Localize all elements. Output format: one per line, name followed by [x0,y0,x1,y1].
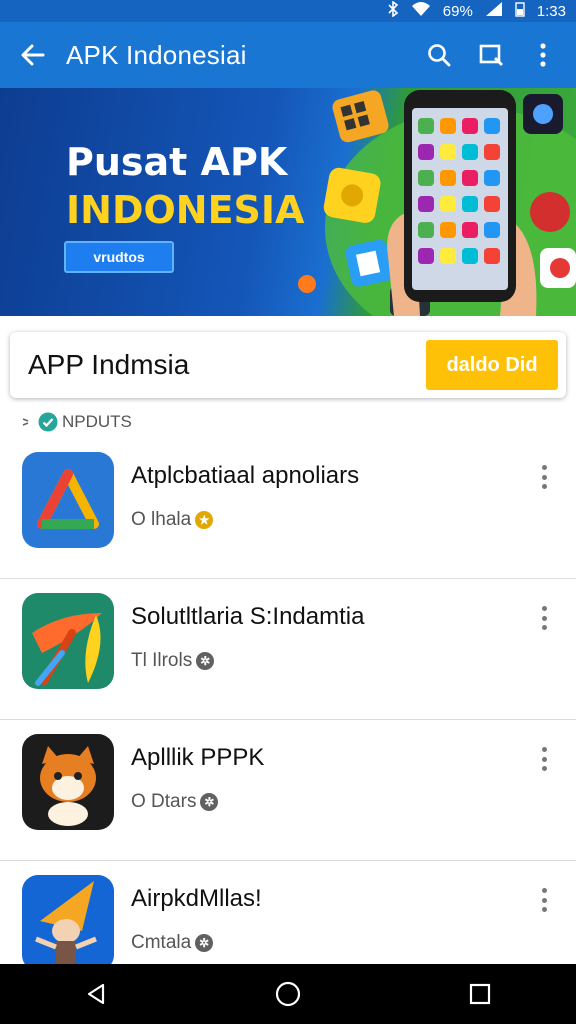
phone-screen-app-icon [484,144,500,160]
phone-screen-app-icon [462,248,478,264]
wifi-icon [411,1,431,21]
settings-badge-icon: ✲ [196,652,215,670]
app-icon [22,452,114,548]
floating-app-icon [345,239,393,287]
app-meta: Tl Ilrols [131,650,193,671]
more-vert-icon [540,43,546,67]
clock: 1:33 [536,2,566,20]
search-icon [428,44,451,67]
app-subtitle: O Dtars ✲ [131,791,219,813]
app-meta: O lhala [131,509,192,530]
nav-home-icon [275,981,301,1007]
app-subtitle: O lhala ★ [131,509,214,531]
phone-screen-app-icon [484,222,500,238]
banner-button[interactable]: vrudtos [64,241,174,273]
more-vert-icon[interactable] [534,885,554,915]
nav-recents-button[interactable] [450,964,510,1024]
phone-screen-app-icon [440,196,456,212]
battery-percent: 69% [442,2,473,20]
search-box: APP Indmsia daldo Did [10,332,566,398]
verified-check-icon [38,412,58,432]
promo-banner[interactable]: Pusat APK INDONESIA vrudtos [0,88,576,316]
phone-screen-app-icon [418,222,434,238]
phone-screen-app-icon [484,170,500,186]
window-icon [479,44,503,66]
app-name: AirpkdMllas! [131,885,262,912]
nav-back-button[interactable] [66,964,126,1024]
app-meta: Cmtala [131,932,192,953]
phone-screen-app-icon [440,248,456,264]
status-bar: 69% 1:33 [0,0,576,22]
nav-home-button[interactable] [258,964,318,1024]
phone-screen-app-icon [418,196,434,212]
overflow-menu-button[interactable] [524,36,562,74]
phone-screen-app-icon [440,170,456,186]
app-title: APK Indonesiai [66,39,247,70]
more-vert-icon[interactable] [534,462,554,492]
app-list: Atplcbatiaal apnoliars O lhala ★ Solutlt… [0,438,576,1002]
tick-marks-icon [22,418,29,426]
app-meta: O Dtars [131,791,197,812]
phone-screen-app-icon [418,144,434,160]
floating-app-icon [323,167,381,223]
phone-screen-app-icon [462,196,478,212]
system-nav-bar [0,964,576,1024]
bluetooth-icon [387,0,399,21]
phone-screen-app-icon [484,196,500,212]
app-name: Atplcbatiaal apnoliars [131,462,360,489]
phone-screen-app-icon [418,248,434,264]
phone-screen-app-icon [484,248,500,264]
app-icon [22,593,114,689]
search-submit-button[interactable]: daldo Did [426,340,558,390]
settings-badge-icon: ✲ [200,793,219,811]
phone-screen-app-icon [440,222,456,238]
search-button[interactable] [420,36,458,74]
back-arrow-icon [21,44,45,66]
signal-icon [485,1,503,21]
phone-screen-app-icon [462,222,478,238]
star-badge-icon: ★ [195,511,214,529]
phone-screen-app-icon [440,144,456,160]
phone-screen-app-icon [418,170,434,186]
more-vert-icon[interactable] [534,744,554,774]
phone-screen-app-icon [462,144,478,160]
phone-screen-app-icon [462,170,478,186]
app-icon [22,875,114,971]
section-label: NPDUTS [62,412,132,431]
list-item[interactable]: Atplcbatiaal apnoliars O lhala ★ [0,438,576,579]
phone-screen-app-icon [462,118,478,134]
phone-screen-app-icon [418,118,434,134]
app-name: Solutltlaria S:Indamtia [131,603,365,630]
list-item[interactable]: Solutltlaria S:Indamtia Tl Ilrols ✲ [0,579,576,720]
app-bar: APK Indonesiai [0,22,576,88]
nav-back-icon [87,983,105,1005]
nav-recents-icon [469,983,491,1005]
list-item[interactable]: Aplllik PPPK O Dtars ✲ [0,720,576,861]
app-subtitle: Cmtala ✲ [131,932,214,954]
search-input[interactable]: APP Indmsia [10,349,426,381]
app-subtitle: Tl Ilrols ✲ [131,650,215,672]
app-icon [22,734,114,830]
section-header: NPDUTS [22,410,132,434]
settings-badge-icon: ✲ [195,934,214,952]
app-name: Aplllik PPPK [131,744,265,771]
phone-screen-app-icon [484,118,500,134]
back-button[interactable] [0,22,66,88]
banner-title-line1: Pusat APK [66,140,288,184]
phone-screen-app-icon [440,118,456,134]
more-vert-icon[interactable] [534,603,554,633]
banner-title-line2: INDONESIA [66,188,305,232]
battery-icon [515,1,525,21]
window-button[interactable] [472,36,510,74]
